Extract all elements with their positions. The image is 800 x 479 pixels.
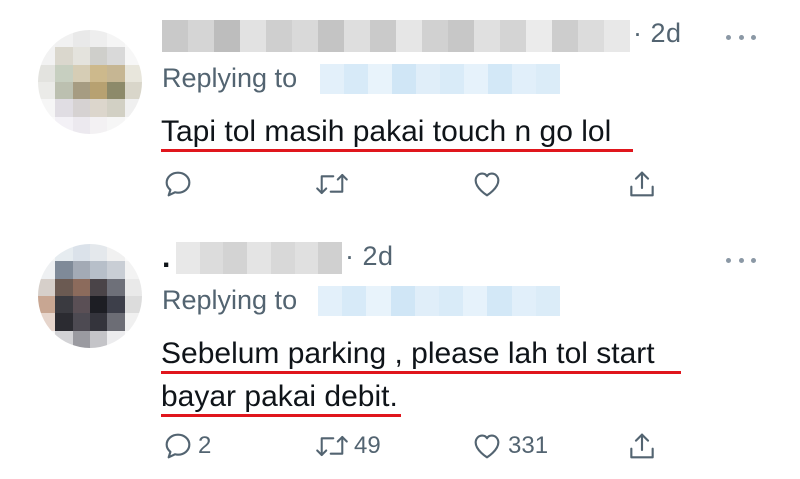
tweet-text-line-1: Sebelum parking , please lah tol start — [161, 337, 655, 370]
retweet-button[interactable] — [314, 166, 354, 202]
action-bar — [162, 166, 682, 202]
share-icon — [630, 171, 654, 197]
retweet-icon — [316, 173, 348, 195]
timestamp[interactable]: · 2d — [633, 18, 682, 49]
share-icon — [630, 433, 654, 459]
tweet-text-line-2: bayar pakai debit. — [161, 380, 398, 413]
reply-count: 2 — [198, 432, 212, 459]
highlight-underline — [161, 149, 633, 152]
more-icon[interactable] — [726, 255, 756, 265]
retweet-count: 49 — [354, 432, 381, 459]
retweet-icon — [316, 435, 348, 457]
reply-button[interactable]: 2 — [162, 428, 211, 464]
action-bar: 2 49 331 — [162, 428, 682, 464]
like-button[interactable]: 331 — [470, 428, 548, 464]
highlight-underline — [161, 414, 401, 417]
reply-button[interactable] — [162, 166, 198, 202]
share-button[interactable] — [626, 166, 658, 202]
replying-to-label: Replying to — [162, 285, 298, 315]
reply-icon — [165, 433, 191, 459]
share-button[interactable] — [626, 428, 658, 464]
replying-handle-obscured[interactable] — [318, 286, 561, 316]
avatar[interactable] — [38, 30, 142, 134]
retweet-button[interactable]: 49 — [314, 428, 381, 464]
reply-icon — [165, 171, 191, 197]
like-count: 331 — [508, 432, 549, 459]
highlight-underline — [161, 371, 681, 374]
display-name-obscured[interactable] — [162, 20, 630, 52]
more-icon[interactable] — [726, 32, 756, 42]
replying-handle-obscured[interactable] — [320, 64, 560, 94]
tweet[interactable]: . · 2d Replying to Sebelum parking , ple… — [0, 235, 800, 479]
heart-icon — [474, 434, 500, 459]
display-name-obscured[interactable] — [176, 242, 343, 274]
timestamp[interactable]: · 2d — [345, 241, 394, 272]
avatar[interactable] — [38, 244, 142, 348]
tweet[interactable]: · 2d Replying to Tapi tol masih pakai to… — [0, 0, 800, 235]
heart-icon — [474, 172, 500, 197]
tweet-text: Tapi tol masih pakai touch n go lol — [161, 115, 612, 148]
display-name-lead[interactable]: . — [162, 241, 170, 275]
replying-to-label: Replying to — [162, 63, 298, 93]
like-button[interactable] — [470, 166, 508, 202]
